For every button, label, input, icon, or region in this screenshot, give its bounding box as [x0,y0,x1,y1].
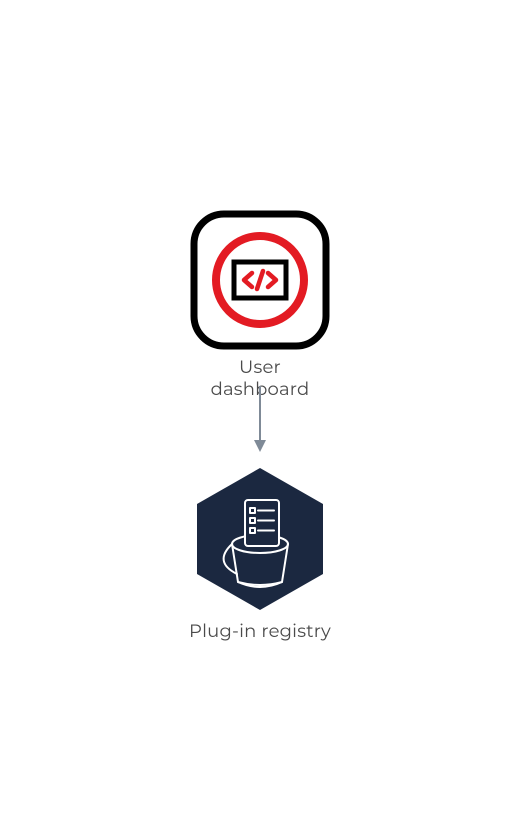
plugin-registry-icon [183,462,337,616]
diagram-canvas: User dashboard [0,0,519,821]
node-label-plugin-registry: Plug-in registry [189,620,331,642]
user-dashboard-icon [188,208,332,352]
node-plugin-registry: Plug-in registry [183,462,337,642]
node-user-dashboard: User dashboard [188,208,332,400]
arrow-dashboard-to-registry [252,384,268,459]
